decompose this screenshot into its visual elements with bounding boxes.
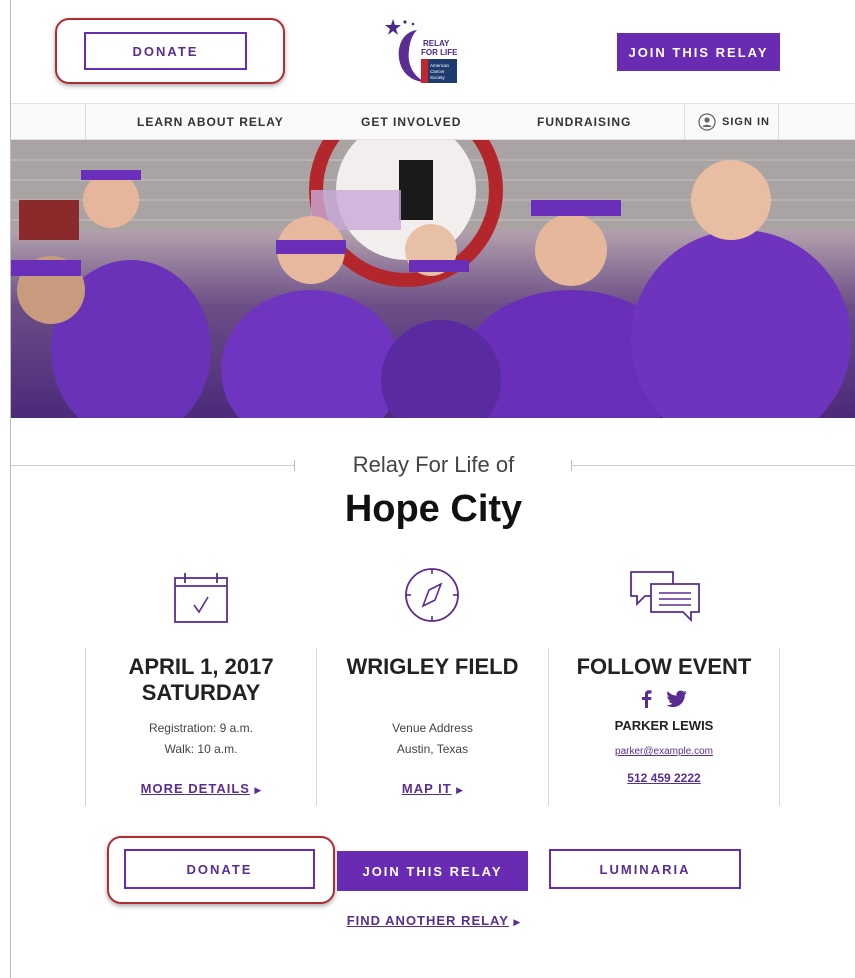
follow-column: FOLLOW EVENT PARKER LEWIS parker@example… <box>549 648 779 806</box>
phone-wrap: 512 459 2222 <box>549 769 779 787</box>
facebook-icon[interactable] <box>640 690 652 708</box>
social-links <box>549 690 779 708</box>
map-it-link[interactable]: MAP IT <box>402 781 452 796</box>
nav-item-get-involved[interactable]: GET INVOLVED <box>361 104 461 140</box>
find-another-relay-link[interactable]: FIND ANOTHER RELAY <box>347 913 509 928</box>
relay-for-life-logo[interactable]: RELAY FOR LIFE American Cancer Society <box>383 16 463 88</box>
venue-name: WRIGLEY FIELD <box>346 654 519 679</box>
contact-email-link[interactable]: parker@example.com <box>615 746 713 757</box>
calendar-icon <box>167 570 237 632</box>
hero-image <box>11 140 855 418</box>
column-divider-4 <box>779 648 780 806</box>
registration-time: Registration: 9 a.m. <box>148 721 254 735</box>
logo-badge-line3: Society <box>430 75 446 80</box>
arrow-right-icon: ▶ <box>513 917 521 927</box>
map-it-wrap: MAP IT ▶ <box>317 780 548 798</box>
nav-item-sign-in[interactable]: SIGN IN <box>698 104 770 140</box>
user-circle-icon <box>698 113 716 131</box>
donate-button[interactable]: DONATE <box>124 849 315 889</box>
site-header: DONATE RELAY FOR LIFE American Cancer So… <box>11 0 855 104</box>
logo-badge-line2: Cancer <box>430 69 445 74</box>
email-wrap: parker@example.com <box>549 741 779 759</box>
luminaria-button[interactable]: LUMINARIA <box>549 849 741 889</box>
event-title: Hope City <box>344 488 523 530</box>
find-another-relay-wrap: FIND ANOTHER RELAY ▶ <box>11 912 855 930</box>
header-donate-button[interactable]: DONATE <box>84 32 247 70</box>
logo-text-line1: RELAY <box>423 39 450 48</box>
venue-address: Venue Address <box>392 721 473 735</box>
nav-inner: LEARN ABOUT RELAY GET INVOLVED FUNDRAISI… <box>85 104 779 140</box>
header-join-button[interactable]: JOIN THIS RELAY <box>617 33 780 71</box>
nav-item-learn[interactable]: LEARN ABOUT RELAY <box>137 104 284 140</box>
venue-city: Austin, Texas <box>396 742 469 756</box>
join-relay-button[interactable]: JOIN THIS RELAY <box>337 851 528 891</box>
walk-time: Walk: 10 a.m. <box>164 742 238 756</box>
arrow-right-icon: ▶ <box>456 785 464 795</box>
event-subtitle: Relay For Life of <box>352 452 515 477</box>
compass-icon <box>397 564 467 626</box>
follow-heading: FOLLOW EVENT <box>576 654 752 679</box>
logo-text-line2: FOR LIFE <box>421 48 458 57</box>
event-day: SATURDAY <box>141 680 261 705</box>
sign-in-label: SIGN IN <box>722 116 770 128</box>
arrow-right-icon: ▶ <box>254 785 262 795</box>
more-details-wrap: MORE DETAILS ▶ <box>86 780 316 798</box>
nav-separator <box>684 104 685 140</box>
logo-badge-line1: American <box>430 63 450 68</box>
event-date: APRIL 1, 2017 <box>128 654 274 679</box>
page: DONATE RELAY FOR LIFE American Cancer So… <box>10 0 855 978</box>
contact-phone-link[interactable]: 512 459 2222 <box>627 771 700 785</box>
nav-item-fundraising[interactable]: FUNDRAISING <box>537 104 631 140</box>
more-details-link[interactable]: MORE DETAILS <box>141 781 250 796</box>
contact-name: PARKER LEWIS <box>614 718 714 733</box>
date-column: APRIL 1, 2017 SATURDAY Registration: 9 a… <box>86 648 316 806</box>
venue-column: WRIGLEY FIELD Venue Address Austin, Texa… <box>317 648 548 806</box>
twitter-icon[interactable] <box>666 690 688 708</box>
main-nav: LEARN ABOUT RELAY GET INVOLVED FUNDRAISI… <box>11 104 855 140</box>
chat-icon <box>627 566 700 628</box>
